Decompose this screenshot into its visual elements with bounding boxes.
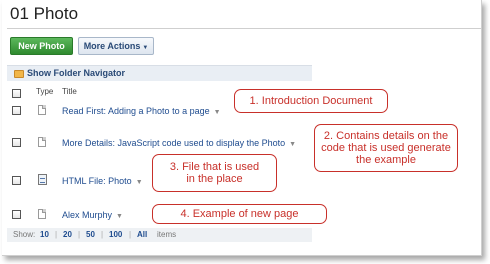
pager-suffix: items (157, 230, 177, 239)
html-file-icon (38, 174, 47, 185)
new-photo-button[interactable]: New Photo (10, 37, 73, 55)
row-title-link[interactable]: HTML File: Photo ▼ (62, 176, 143, 186)
row-title[interactable]: Read First: Adding a Photo to a page (62, 106, 210, 116)
page-title: 01 Photo (10, 4, 79, 23)
pager-option-all[interactable]: All (137, 230, 147, 239)
callout-example-new-page: 4. Example of new page (152, 204, 327, 224)
pager-option-10[interactable]: 10 (40, 230, 49, 239)
pager-separator: | (129, 230, 132, 239)
more-actions-button[interactable]: More Actions ▼ (78, 37, 154, 55)
pager-label: Show: (13, 230, 36, 239)
pager-separator: | (55, 230, 58, 239)
row-checkbox[interactable] (12, 176, 21, 185)
callout-introduction-document: 1. Introduction Document (234, 89, 388, 113)
pager-separator: | (78, 230, 81, 239)
chevron-down-icon: ▼ (142, 45, 149, 51)
pager-option-50[interactable]: 50 (86, 230, 95, 239)
row-checkbox[interactable] (12, 106, 21, 115)
callout-code-details: 2. Contains details on the code that is … (314, 124, 458, 172)
document-icon (38, 209, 46, 219)
row-title-link[interactable]: Alex Murphy ▼ (62, 210, 123, 220)
row-title-link[interactable]: Read First: Adding a Photo to a page ▼ (62, 106, 221, 116)
folder-icon (14, 70, 24, 78)
title-divider (7, 28, 482, 29)
pager-option-20[interactable]: 20 (63, 230, 72, 239)
document-icon (38, 105, 46, 115)
document-library-panel: 01 Photo New Photo More Actions ▼ Show Fo… (2, 0, 482, 256)
row-checkbox[interactable] (12, 210, 21, 219)
chevron-down-icon[interactable]: ▼ (289, 141, 296, 148)
row-title[interactable]: HTML File: Photo (62, 176, 132, 186)
document-icon (38, 137, 46, 147)
row-title[interactable]: Alex Murphy (62, 210, 112, 220)
pager-option-100[interactable]: 100 (109, 230, 122, 239)
folder-navigator-bar[interactable]: Show Folder Navigator (7, 65, 312, 81)
more-actions-label: More Actions (83, 41, 141, 51)
show-folder-navigator-link[interactable]: Show Folder Navigator (27, 68, 125, 78)
row-checkbox[interactable] (12, 138, 21, 147)
chevron-down-icon[interactable]: ▼ (214, 109, 221, 116)
chevron-down-icon[interactable]: ▼ (136, 179, 143, 186)
row-title-link[interactable]: More Details: JavaScript code used to di… (62, 138, 296, 148)
callout-file-used: 3. File that is used in the place (152, 154, 277, 192)
row-title[interactable]: More Details: JavaScript code used to di… (62, 138, 285, 148)
column-header-title[interactable]: Title (62, 87, 77, 96)
pagination-bar: Show: 10 | 20 | 50 | 100 | All items (7, 228, 312, 242)
column-header-type[interactable]: Type (36, 87, 53, 96)
select-all-checkbox[interactable] (12, 89, 21, 98)
chevron-down-icon[interactable]: ▼ (116, 213, 123, 220)
pager-separator: | (101, 230, 104, 239)
